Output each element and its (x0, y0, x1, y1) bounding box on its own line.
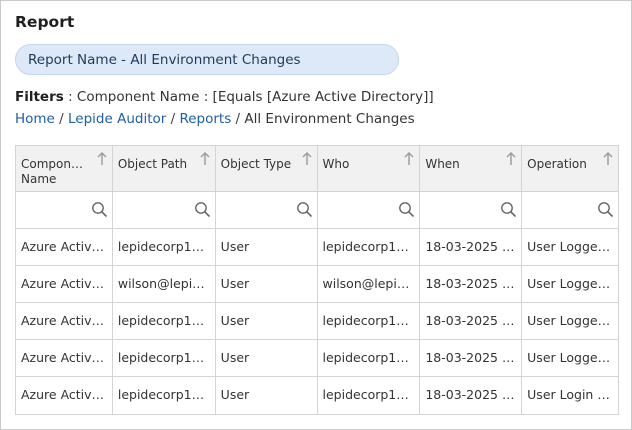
table-cell-when: 18-03-2025 03:... (420, 229, 523, 266)
table-row[interactable]: Azure Active...lepidecorp1@le...Userlepi… (16, 340, 619, 377)
table-cell-when: 18-03-2025 03:... (420, 303, 523, 340)
table-cell-operation: User Login Fail... (522, 377, 619, 414)
column-header-label: Object Type (220, 157, 292, 171)
table-cell-who: lepidecorp1@le... (317, 229, 421, 266)
breadcrumb-lepide-auditor[interactable]: Lepide Auditor (68, 111, 166, 127)
table-row[interactable]: Azure Active...lepidecorp1@le...Userlepi… (16, 377, 619, 414)
table-cell-component-name: Azure Active... (16, 340, 113, 377)
sort-up-arrow-icon[interactable] (506, 152, 516, 166)
table-cell-component-name: Azure Active... (16, 303, 113, 340)
breadcrumb-separator: / (166, 111, 180, 127)
table-row[interactable]: Azure Active...lepidecorp1@le...Userlepi… (16, 229, 619, 266)
sort-up-arrow-icon[interactable] (302, 152, 312, 166)
sort-up-arrow-icon[interactable] (603, 152, 613, 166)
column-header-label: Who (322, 157, 350, 171)
filters-label: Filters (15, 89, 64, 105)
table-cell-component-name: Azure Active... (16, 266, 113, 303)
magnifier-icon[interactable] (398, 201, 415, 218)
filters-line: Filters : Component Name : [Equals [Azur… (15, 89, 434, 105)
page-title: Report (15, 13, 75, 31)
column-header-label: Object Path (117, 157, 188, 171)
table-cell-object-path: lepidecorp1@le... (112, 377, 216, 414)
breadcrumb-separator: / (231, 111, 245, 127)
column-header-object-type[interactable]: Object Type (215, 146, 318, 192)
table-cell-object-type: User (215, 340, 318, 377)
table-cell-who: lepidecorp1@le... (317, 377, 421, 414)
column-filter-cell[interactable] (317, 192, 421, 229)
table-cell-object-type: User (215, 266, 318, 303)
magnifier-icon[interactable] (296, 201, 313, 218)
column-filter-cell[interactable] (215, 192, 318, 229)
table-row[interactable]: Azure Active... wilson@lepides... User wils… (16, 266, 619, 303)
table-cell-who: wilson@lepides... (317, 266, 421, 303)
breadcrumb: Home / Lepide Auditor / Reports / All En… (15, 111, 415, 127)
report-name-text: Report Name - All Environment Changes (28, 51, 301, 68)
table-cell-object-type: User (215, 303, 318, 340)
magnifier-icon[interactable] (597, 201, 614, 218)
column-header-who[interactable]: Who (317, 146, 421, 192)
table-cell-who: lepidecorp1@le... (317, 303, 421, 340)
report-panel: Report Report Name - All Environment Cha… (0, 0, 632, 430)
column-filter-cell[interactable] (112, 192, 216, 229)
table-cell-operation: User Logged In (522, 303, 619, 340)
column-filter-cell[interactable] (522, 192, 619, 229)
table-cell-operation: User Logged In (522, 266, 619, 303)
table-cell-when: 18-03-2025 03:... (420, 340, 523, 377)
filters-separator: : (63, 89, 77, 105)
table-cell-operation: User Logged In (522, 229, 619, 266)
column-filter-cell[interactable] (16, 192, 113, 229)
column-header-label: When (425, 157, 460, 171)
sort-up-arrow-icon[interactable] (97, 152, 107, 166)
column-header-object-path[interactable]: Object Path (112, 146, 216, 192)
column-header-operation[interactable]: Operation (522, 146, 619, 192)
report-name-pill: Report Name - All Environment Changes (15, 44, 399, 75)
filters-value: Component Name : [Equals [Azure Active D… (76, 89, 434, 105)
breadcrumb-current: All Environment Changes (244, 111, 415, 127)
table-cell-component-name: Azure Active... (16, 377, 113, 414)
table-cell-object-type: User (215, 377, 318, 414)
magnifier-icon[interactable] (500, 201, 517, 218)
table-cell-object-path: lepidecorp1@le... (112, 340, 216, 377)
table-cell-object-path: lepidecorp1@le... (112, 229, 216, 266)
column-header-when[interactable]: When (420, 146, 523, 192)
column-header-label: Operation (527, 157, 587, 171)
magnifier-icon[interactable] (91, 201, 108, 218)
table-cell-object-path: lepidecorp1@le... (112, 303, 216, 340)
column-header-component-name[interactable]: Component Name (16, 146, 113, 192)
breadcrumb-home[interactable]: Home (15, 111, 55, 127)
breadcrumb-separator: / (54, 111, 69, 127)
sort-up-arrow-icon[interactable] (200, 152, 210, 166)
table-cell-object-path: wilson@lepides... (112, 266, 216, 303)
column-filter-row (16, 192, 619, 229)
table-cell-who: lepidecorp1@le... (317, 340, 421, 377)
column-header-label: Component Name (21, 157, 91, 186)
table-cell-object-type: User (215, 229, 318, 266)
table-row[interactable]: Azure Active...lepidecorp1@le...Userlepi… (16, 303, 619, 340)
breadcrumb-reports[interactable]: Reports (179, 111, 231, 127)
table-cell-operation: User Logged In (522, 340, 619, 377)
sort-up-arrow-icon[interactable] (404, 152, 414, 166)
report-grid: Component Name Object Path Object Type Who W… (15, 145, 619, 415)
column-filter-cell[interactable] (420, 192, 523, 229)
table-cell-when: 18-03-2025 03:... (420, 377, 523, 414)
table-cell-when: 18-03-2025 03:... (420, 266, 523, 303)
header-row: Component Name Object Path Object Type Who W… (16, 146, 619, 192)
magnifier-icon[interactable] (194, 201, 211, 218)
table-cell-component-name: Azure Active... (16, 229, 113, 266)
